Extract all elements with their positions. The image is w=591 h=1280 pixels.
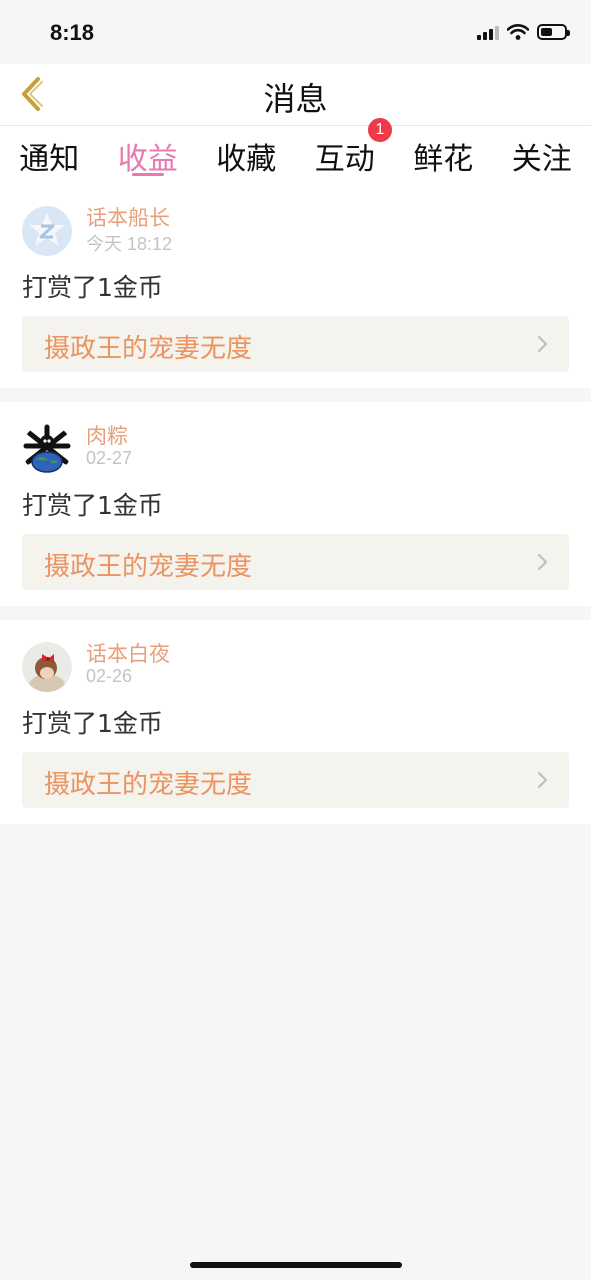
skull-globe-avatar-icon[interactable] [22, 424, 72, 474]
reward-text: 打赏了1金币 [22, 709, 163, 738]
username[interactable]: 话本船长 [86, 202, 170, 232]
home-indicator[interactable] [190, 1262, 402, 1268]
tab-favorites[interactable]: 收藏 [197, 126, 296, 184]
chevron-right-icon [538, 554, 547, 570]
timestamp: 02-26 [86, 666, 133, 686]
chevron-right-icon [538, 772, 547, 788]
battery-level [541, 28, 552, 36]
message-card: 话本白夜 02-26 打赏了1金币 摄政王的宠妻无度 [0, 620, 591, 824]
reward-text: 打赏了1金币 [22, 491, 163, 520]
tab-label: 鲜花 [413, 142, 474, 177]
work-link[interactable]: 摄政王的宠妻无度 [22, 534, 569, 590]
work-title: 摄政王的宠妻无度 [44, 770, 253, 800]
battery-icon [537, 24, 570, 40]
timestamp: 今天 18:12 [86, 234, 173, 254]
work-title: 摄政王的宠妻无度 [44, 552, 253, 582]
photo-avatar-icon[interactable] [22, 642, 72, 692]
status-bar: 8:18 [0, 0, 591, 64]
work-link[interactable]: 摄政王的宠妻无度 [22, 752, 569, 808]
work-title: 摄政王的宠妻无度 [44, 334, 253, 364]
status-icons [477, 24, 570, 40]
message-card: 话本船长 今天 18:12 打赏了1金币 摄政王的宠妻无度 [0, 184, 591, 388]
username[interactable]: 话本白夜 [86, 638, 170, 668]
wifi-icon [507, 24, 529, 40]
reward-text: 打赏了1金币 [22, 273, 163, 302]
message-card: 肉粽 02-27 打赏了1金币 摄政王的宠妻无度 [0, 402, 591, 606]
username[interactable]: 肉粽 [86, 420, 128, 450]
page-title: 消息 [263, 80, 328, 118]
tab-label: 通知 [19, 142, 80, 177]
status-time: 8:18 [50, 20, 95, 45]
tab-label: 收益 [117, 142, 178, 177]
timestamp: 02-27 [86, 448, 133, 468]
work-link[interactable]: 摄政王的宠妻无度 [22, 316, 569, 372]
tab-flowers[interactable]: 鲜花 [394, 126, 493, 184]
tab-label: 收藏 [216, 142, 277, 177]
chevron-right-icon [538, 336, 547, 352]
nav-bar: 消息 [0, 64, 591, 126]
tab-label: 互动 [314, 142, 375, 177]
tab-interactions[interactable]: 互动 1 [296, 118, 395, 184]
tab-bar: 通知 收益 收藏 互动 1 鲜花 关注 [0, 118, 591, 184]
tab-label: 关注 [511, 142, 572, 177]
cellular-signal-icon [477, 24, 499, 40]
tab-notifications[interactable]: 通知 [0, 126, 99, 184]
unread-badge: 1 [368, 118, 392, 142]
z-logo-avatar-icon[interactable] [22, 206, 72, 256]
tab-follows[interactable]: 关注 [493, 126, 591, 184]
tab-earnings[interactable]: 收益 [99, 126, 198, 184]
